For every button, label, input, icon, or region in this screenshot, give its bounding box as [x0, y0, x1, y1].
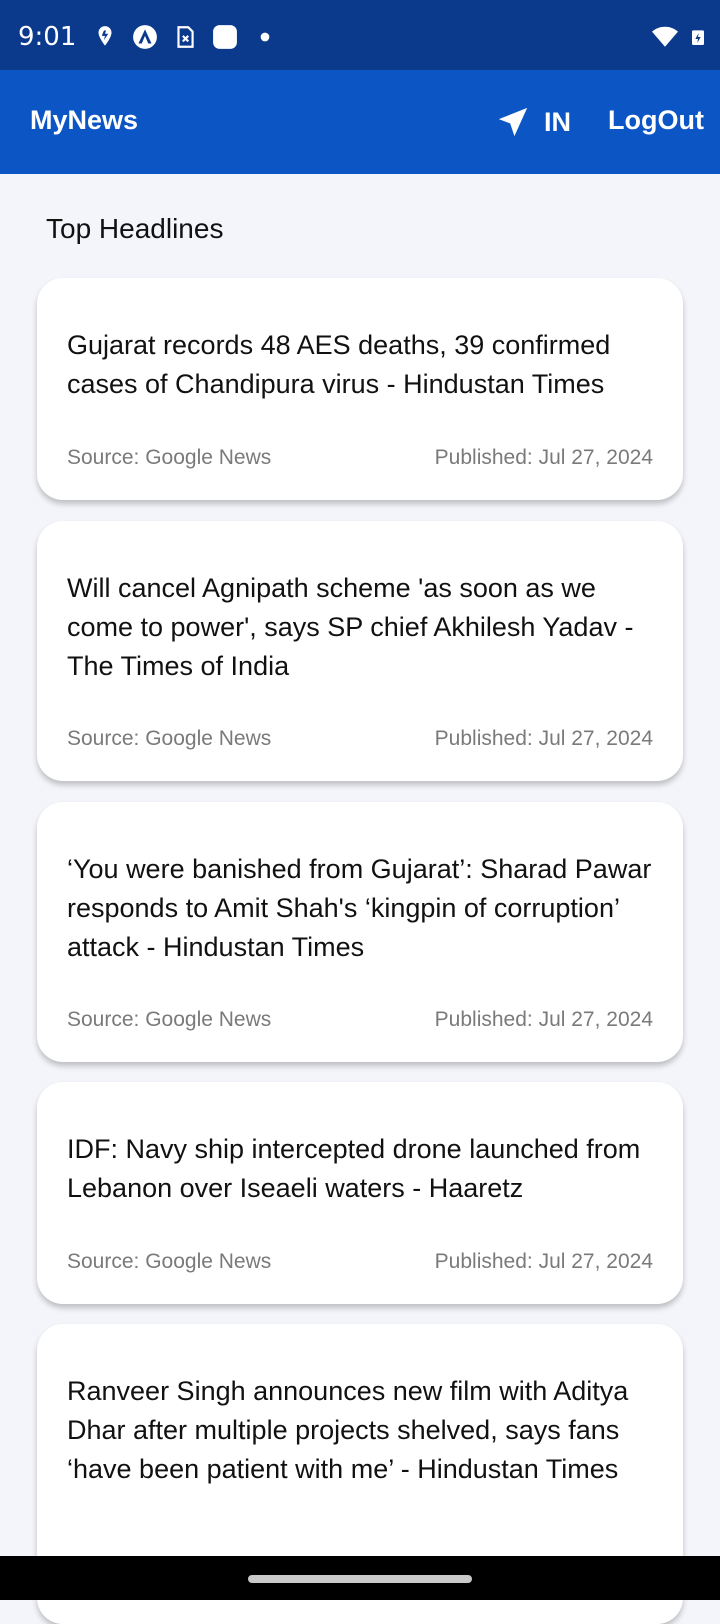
article-title: ‘You were banished from Gujarat’: Sharad…: [67, 854, 652, 962]
article-card[interactable]: Gujarat records 48 AES deaths, 39 confir…: [37, 278, 683, 500]
article-title: Gujarat records 48 AES deaths, 39 confir…: [67, 330, 611, 399]
navigation-arrow-icon: [498, 107, 528, 137]
square-app-icon: [213, 25, 237, 49]
article-published: Published: Jul 27, 2024: [434, 1008, 653, 1031]
country-label: IN: [544, 106, 571, 137]
sim-card-icon: [177, 26, 194, 48]
article-published: Published: Jul 27, 2024: [434, 446, 653, 469]
status-bar: 9:01: [0, 0, 720, 70]
article-source: Source: Google News: [67, 446, 272, 469]
article-title: Ranveer Singh announces new film with Ad…: [67, 1376, 629, 1484]
app-bar: MyNews IN LogOut: [0, 70, 720, 174]
article-card[interactable]: Will cancel Agnipath scheme 'as soon as …: [37, 521, 683, 781]
status-icons-right: [652, 24, 706, 50]
article-source: Source: Google News: [67, 1250, 272, 1273]
article-card[interactable]: IDF: Navy ship intercepted drone launche…: [37, 1082, 683, 1304]
article-source: Source: Google News: [67, 1008, 272, 1031]
battery-charging-icon: [692, 30, 704, 45]
app-a-icon: [133, 25, 157, 49]
dot-icon: [260, 32, 270, 42]
location-pin-icon: [98, 26, 112, 46]
app-title: MyNews: [30, 105, 139, 135]
article-published: Published: Jul 27, 2024: [434, 727, 653, 750]
section-title: Top Headlines: [46, 213, 224, 244]
status-icons-left: [92, 24, 278, 50]
article-source: Source: Google News: [67, 727, 272, 750]
country-button[interactable]: IN: [496, 96, 571, 148]
article-title: Will cancel Agnipath scheme 'as soon as …: [67, 573, 634, 681]
article-published: Published: Jul 27, 2024: [434, 1250, 653, 1273]
wifi-icon: [652, 26, 678, 47]
article-title: IDF: Navy ship intercepted drone launche…: [67, 1134, 641, 1203]
logout-button[interactable]: LogOut: [608, 105, 704, 136]
status-time: 9:01: [18, 22, 77, 52]
system-navigation-bar: [0, 1556, 720, 1600]
article-card[interactable]: ‘You were banished from Gujarat’: Sharad…: [37, 802, 683, 1062]
home-gesture-handle[interactable]: [248, 1575, 472, 1583]
